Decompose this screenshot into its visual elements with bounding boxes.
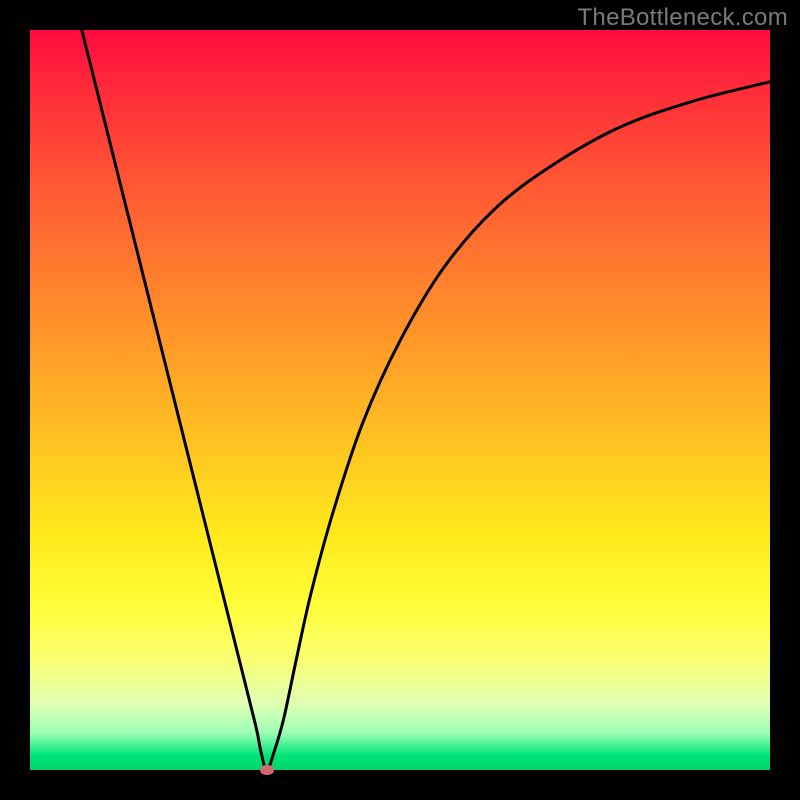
plot-area [30, 30, 770, 770]
curve-path [82, 30, 770, 770]
watermark-text: TheBottleneck.com [577, 4, 788, 32]
minimum-marker [260, 765, 274, 775]
bottleneck-curve [30, 30, 770, 770]
chart-frame: TheBottleneck.com [0, 0, 800, 800]
